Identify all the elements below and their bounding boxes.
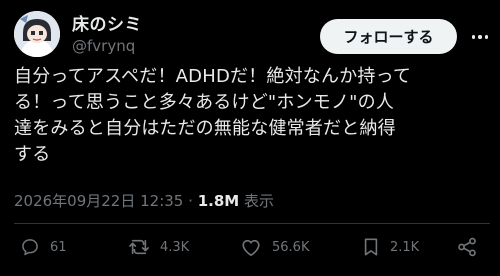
reply-icon — [22, 239, 38, 256]
repost-count: 4.3K — [160, 239, 190, 255]
share-icon — [458, 237, 476, 257]
share-button[interactable] — [456, 235, 478, 259]
display-name[interactable]: 床のシミ — [72, 10, 142, 35]
timestamp[interactable]: 2026年09月22日 12:35 — [14, 192, 183, 210]
repost-button[interactable]: 4.3K — [128, 235, 189, 259]
tweet-text-line: る！って思うこと多々あるけど"ホンモノ"の人 — [14, 92, 395, 113]
views-count: 1.8M — [197, 192, 240, 210]
avatar[interactable] — [14, 11, 60, 57]
reply-button[interactable]: 61 — [20, 235, 67, 259]
tweet-text-line: 達をみると自分はただの無能な健常者だと納得 — [14, 118, 396, 139]
like-count: 56.6K — [272, 239, 310, 255]
meta-separator: · — [188, 192, 193, 210]
bookmark-button[interactable]: 2.1K — [362, 235, 419, 259]
avatar-image — [14, 11, 60, 57]
reply-count: 61 — [50, 239, 67, 255]
bookmark-count: 2.1K — [390, 239, 420, 255]
tweet-text: 自分ってアスペだ！ADHDだ！絶対なんか持って る！って思うこと多々あるけど"ホ… — [14, 64, 490, 168]
tweet-text-line: 自分ってアスペだ！ADHDだ！絶対なんか持って — [14, 66, 412, 87]
views-label: 表示 — [243, 192, 274, 210]
more-icon[interactable] — [470, 29, 490, 45]
bookmark-icon — [364, 238, 378, 256]
divider — [14, 223, 490, 224]
repost-icon — [129, 239, 149, 255]
user-handle[interactable]: @fvrynq — [72, 37, 135, 55]
like-icon — [242, 239, 260, 256]
tweet-meta: 2026年09月22日 12:35 · 1.8M 表示 — [14, 190, 274, 211]
follow-button[interactable]: フォローする — [320, 19, 457, 54]
tweet-text-line: する — [14, 144, 51, 165]
like-button[interactable]: 56.6K — [240, 235, 309, 259]
tweet-card: 床のシミ @fvrynq フォローする 自分ってアスペだ！ADHDだ！絶対なんか… — [0, 0, 500, 276]
